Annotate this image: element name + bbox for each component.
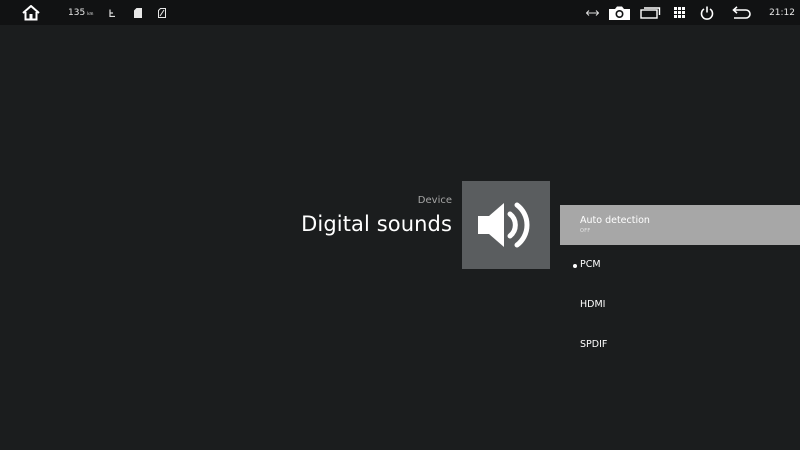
- clock: 21:12: [769, 7, 795, 18]
- page-title: Digital sounds: [301, 212, 452, 236]
- sd-card-outline-icon: [156, 0, 168, 25]
- option-label: SPDIF: [580, 339, 608, 350]
- category-label: Device: [417, 195, 452, 206]
- distance-unit: km: [87, 11, 94, 16]
- speaker-tile: [462, 181, 550, 269]
- swap-arrows-icon[interactable]: [582, 0, 602, 25]
- distance-value: 135: [68, 7, 86, 18]
- selected-bullet-icon: [573, 264, 577, 268]
- usb-icon: [106, 0, 118, 25]
- option-auto-detection[interactable]: Auto detection OFF: [560, 205, 800, 245]
- option-pcm[interactable]: PCM: [560, 245, 800, 285]
- option-label: Auto detection: [580, 215, 650, 226]
- back-icon[interactable]: [728, 0, 754, 25]
- app-grid-icon[interactable]: [668, 0, 690, 25]
- camera-icon[interactable]: [606, 0, 632, 25]
- home-icon[interactable]: [18, 0, 44, 25]
- windows-icon[interactable]: [638, 0, 664, 25]
- option-label: PCM: [580, 259, 601, 270]
- option-sublabel: OFF: [580, 228, 591, 234]
- sd-card-icon: [132, 0, 144, 25]
- sound-options-list: Auto detection OFF PCM HDMI SPDIF: [560, 205, 800, 365]
- option-spdif[interactable]: SPDIF: [560, 325, 800, 365]
- distance-readout: 135 km: [68, 0, 93, 25]
- status-bar: 135 km 21:12: [0, 0, 800, 25]
- page-header: Device Digital sounds: [301, 195, 452, 239]
- option-label: HDMI: [580, 299, 606, 310]
- option-hdmi[interactable]: HDMI: [560, 285, 800, 325]
- power-icon[interactable]: [696, 0, 718, 25]
- speaker-icon: [478, 202, 530, 248]
